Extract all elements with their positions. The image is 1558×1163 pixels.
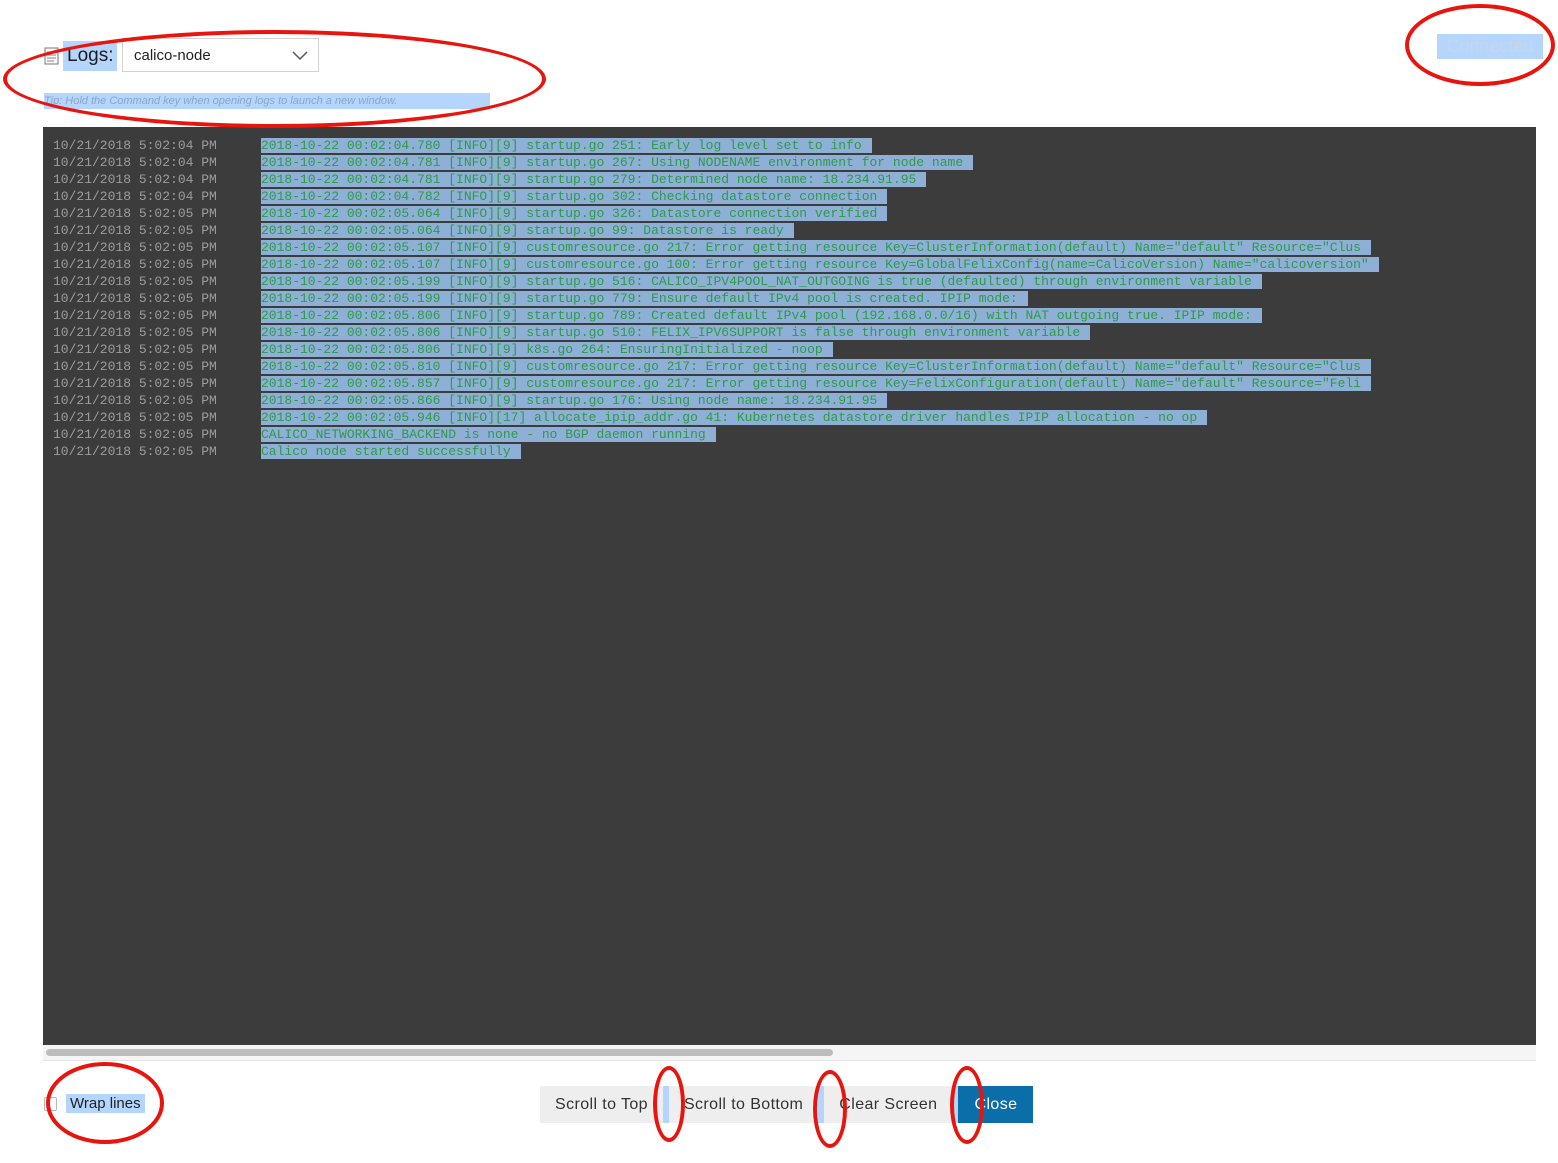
container-select[interactable]: calico-node <box>122 38 319 72</box>
log-message: 2018-10-22 00:02:05.806 [INFO][9] k8s.go… <box>261 342 833 357</box>
wrap-lines-checkbox[interactable] <box>44 1096 57 1111</box>
logs-label: Logs: <box>63 41 118 71</box>
log-line: 10/21/2018 5:02:05 PM 2018-10-22 00:02:05… <box>53 239 1536 256</box>
log-line: 10/21/2018 5:02:05 PM 2018-10-22 00:02:05… <box>53 290 1536 307</box>
log-message: 2018-10-22 00:02:05.064 [INFO][9] startu… <box>261 206 888 221</box>
log-line: 10/21/2018 5:02:04 PM 2018-10-22 00:02:04… <box>53 171 1536 188</box>
scroll-to-bottom-button[interactable]: Scroll to Bottom <box>662 1086 819 1123</box>
horizontal-scrollbar[interactable] <box>43 1045 1536 1061</box>
document-icon <box>44 47 59 65</box>
log-line: 10/21/2018 5:02:05 PM Calico node started… <box>53 443 1536 460</box>
connection-status: Connected <box>1437 34 1543 59</box>
log-message: 2018-10-22 00:02:05.107 [INFO][9] custom… <box>261 240 1371 255</box>
log-line: 10/21/2018 5:02:05 PM 2018-10-22 00:02:05… <box>53 375 1536 392</box>
log-timestamp: 10/21/2018 5:02:05 PM <box>53 359 217 374</box>
log-timestamp: 10/21/2018 5:02:05 PM <box>53 257 217 272</box>
log-timestamp: 10/21/2018 5:02:05 PM <box>53 206 217 221</box>
log-timestamp: 10/21/2018 5:02:05 PM <box>53 342 217 357</box>
log-message: 2018-10-22 00:02:05.199 [INFO][9] startu… <box>261 274 1262 289</box>
log-message: 2018-10-22 00:02:04.780 [INFO][9] startu… <box>261 138 872 153</box>
log-line: 10/21/2018 5:02:05 PM 2018-10-22 00:02:05… <box>53 222 1536 239</box>
log-line: 10/21/2018 5:02:04 PM 2018-10-22 00:02:04… <box>53 154 1536 171</box>
tip-text: Tip: Hold the Command key when opening l… <box>44 93 490 109</box>
log-timestamp: 10/21/2018 5:02:05 PM <box>53 393 217 408</box>
wrap-lines-control[interactable]: Wrap lines <box>44 1094 145 1113</box>
log-timestamp: 10/21/2018 5:02:05 PM <box>53 240 217 255</box>
log-message: 2018-10-22 00:02:05.866 [INFO][9] startu… <box>261 393 888 408</box>
log-timestamp: 10/21/2018 5:02:05 PM <box>53 223 217 238</box>
log-line: 10/21/2018 5:02:05 PM 2018-10-22 00:02:05… <box>53 341 1536 358</box>
log-timestamp: 10/21/2018 5:02:05 PM <box>53 376 217 391</box>
log-line: 10/21/2018 5:02:05 PM 2018-10-22 00:02:05… <box>53 358 1536 375</box>
log-timestamp: 10/21/2018 5:02:05 PM <box>53 274 217 289</box>
container-select-value: calico-node <box>134 46 211 64</box>
log-timestamp: 10/21/2018 5:02:05 PM <box>53 410 217 425</box>
log-line: 10/21/2018 5:02:05 PM 2018-10-22 00:02:05… <box>53 392 1536 409</box>
log-message: 2018-10-22 00:02:05.857 [INFO][9] custom… <box>261 376 1371 391</box>
log-line: 10/21/2018 5:02:05 PM 2018-10-22 00:02:05… <box>53 256 1536 273</box>
log-output[interactable]: 10/21/2018 5:02:04 PM 2018-10-22 00:02:04… <box>43 127 1536 1045</box>
log-line: 10/21/2018 5:02:05 PM 2018-10-22 00:02:05… <box>53 324 1536 341</box>
log-message: 2018-10-22 00:02:05.107 [INFO][9] custom… <box>261 257 1379 272</box>
log-message: 2018-10-22 00:02:04.781 [INFO][9] startu… <box>261 155 974 170</box>
log-line: 10/21/2018 5:02:05 PM 2018-10-22 00:02:05… <box>53 409 1536 426</box>
log-message: 2018-10-22 00:02:05.946 [INFO][17] alloc… <box>261 410 1208 425</box>
log-timestamp: 10/21/2018 5:02:05 PM <box>53 444 217 459</box>
log-message: 2018-10-22 00:02:04.781 [INFO][9] startu… <box>261 172 927 187</box>
log-timestamp: 10/21/2018 5:02:04 PM <box>53 172 217 187</box>
log-message: 2018-10-22 00:02:05.806 [INFO][9] startu… <box>261 325 1091 340</box>
horizontal-scrollbar-thumb[interactable] <box>46 1049 833 1056</box>
log-line: 10/21/2018 5:02:04 PM 2018-10-22 00:02:04… <box>53 188 1536 205</box>
log-message: Calico node started successfully <box>261 444 521 459</box>
scroll-to-top-button[interactable]: Scroll to Top <box>540 1086 663 1123</box>
log-message: 2018-10-22 00:02:05.199 [INFO][9] startu… <box>261 291 1028 306</box>
clear-screen-button[interactable]: Clear Screen <box>818 1086 953 1123</box>
log-message: 2018-10-22 00:02:04.782 [INFO][9] startu… <box>261 189 888 204</box>
log-line: 10/21/2018 5:02:04 PM 2018-10-22 00:02:04… <box>53 137 1536 154</box>
chevron-down-icon <box>292 48 308 65</box>
log-timestamp: 10/21/2018 5:02:05 PM <box>53 291 217 306</box>
log-timestamp: 10/21/2018 5:02:04 PM <box>53 189 217 204</box>
log-line: 10/21/2018 5:02:05 PM 2018-10-22 00:02:05… <box>53 273 1536 290</box>
log-line: 10/21/2018 5:02:05 PM CALICO_NETWORKING_B… <box>53 426 1536 443</box>
action-buttons: Scroll to Top Scroll to Bottom Clear Scr… <box>540 1086 1034 1123</box>
log-message: CALICO_NETWORKING_BACKEND is none - no B… <box>261 427 716 442</box>
logs-header: Logs: calico-node <box>44 38 319 74</box>
log-message: 2018-10-22 00:02:05.064 [INFO][9] startu… <box>261 223 794 238</box>
log-lines: 10/21/2018 5:02:04 PM 2018-10-22 00:02:04… <box>53 137 1536 460</box>
log-timestamp: 10/21/2018 5:02:05 PM <box>53 308 217 323</box>
close-button[interactable]: Close <box>952 1086 1034 1123</box>
wrap-lines-label[interactable]: Wrap lines <box>66 1094 145 1113</box>
log-timestamp: 10/21/2018 5:02:05 PM <box>53 427 217 442</box>
log-line: 10/21/2018 5:02:05 PM 2018-10-22 00:02:05… <box>53 205 1536 222</box>
log-timestamp: 10/21/2018 5:02:04 PM <box>53 155 217 170</box>
log-message: 2018-10-22 00:02:05.810 [INFO][9] custom… <box>261 359 1371 374</box>
log-line: 10/21/2018 5:02:05 PM 2018-10-22 00:02:05… <box>53 307 1536 324</box>
log-timestamp: 10/21/2018 5:02:04 PM <box>53 138 217 153</box>
log-message: 2018-10-22 00:02:05.806 [INFO][9] startu… <box>261 308 1262 323</box>
log-timestamp: 10/21/2018 5:02:05 PM <box>53 325 217 340</box>
